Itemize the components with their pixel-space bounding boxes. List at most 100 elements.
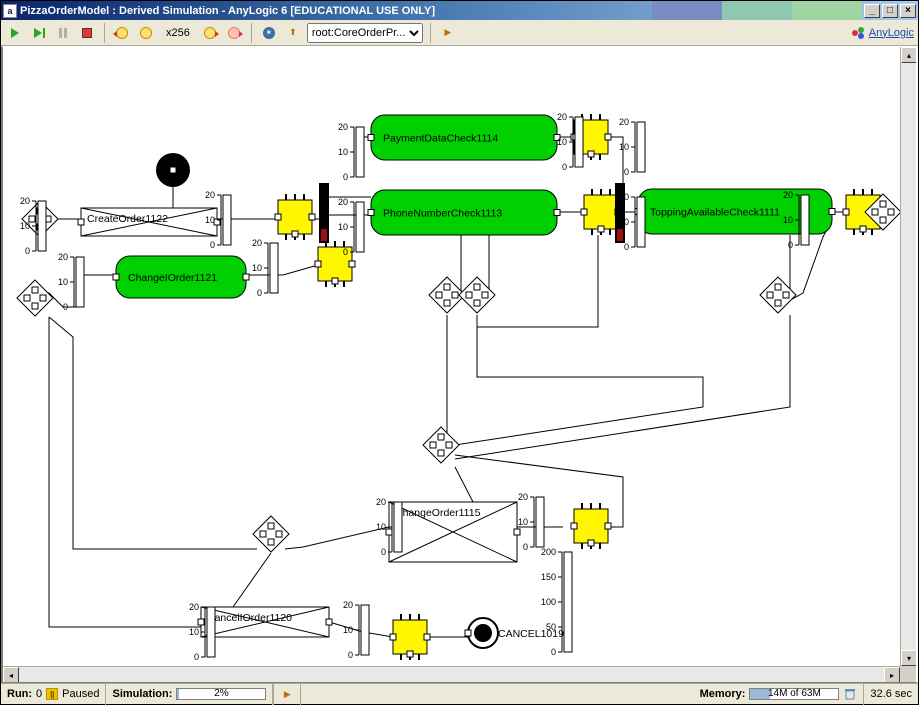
- svg-text:0: 0: [523, 542, 528, 552]
- svg-text:0: 0: [257, 288, 262, 298]
- scroll-down-button[interactable]: ▾: [901, 650, 917, 666]
- svg-text:20: 20: [338, 197, 348, 207]
- settings-button[interactable]: ✶: [259, 23, 279, 43]
- scroll-left-button[interactable]: ◂: [3, 667, 19, 683]
- maximize-button[interactable]: □: [882, 4, 898, 18]
- svg-text:0: 0: [562, 162, 567, 172]
- svg-text:20: 20: [338, 122, 348, 132]
- node-gate_left: [17, 280, 53, 316]
- sim-label: Simulation:: [112, 688, 172, 700]
- svg-text:0: 0: [343, 247, 348, 257]
- stop-button[interactable]: [77, 23, 97, 43]
- node-ChangeOrder1115: ChangeOrder1115: [389, 502, 517, 562]
- svg-text:0: 0: [551, 647, 556, 657]
- app-window: a PizzaOrderModel : Derived Simulation -…: [0, 0, 919, 705]
- simulation-cell: Simulation: 2%: [106, 684, 273, 705]
- sim-time: 32.6 sec: [870, 688, 912, 700]
- svg-text:10: 10: [20, 221, 30, 231]
- node-gate_mid2: [459, 277, 495, 313]
- svg-text:ChangeIOrder1121: ChangeIOrder1121: [128, 272, 217, 284]
- svg-text:150: 150: [541, 572, 556, 582]
- scroll-up-button[interactable]: ▴: [901, 47, 917, 63]
- svg-text:10: 10: [205, 215, 215, 225]
- svg-text:10: 10: [338, 147, 348, 157]
- sep-3: [430, 23, 431, 43]
- svg-text:10: 10: [252, 263, 262, 273]
- svg-text:10: 10: [338, 222, 348, 232]
- statusbar: Run: 0 || Paused Simulation: 2% ▶ Memory…: [1, 683, 918, 704]
- run-value: 0: [36, 688, 42, 700]
- svg-text:CreateOrder1122: CreateOrder1122: [87, 213, 168, 225]
- svg-text:10: 10: [189, 627, 199, 637]
- svg-text:0: 0: [194, 652, 199, 662]
- step-button[interactable]: [29, 23, 49, 43]
- sim-pct: 2%: [177, 688, 265, 699]
- svg-text:CancelIOrder1120: CancelIOrder1120: [207, 612, 292, 624]
- speed-display: x256: [160, 26, 196, 40]
- svg-text:10: 10: [518, 517, 528, 527]
- svg-text:20: 20: [376, 497, 386, 507]
- time-cell: 32.6 sec: [864, 684, 918, 705]
- scroll-right-button[interactable]: ▸: [884, 667, 900, 683]
- mem-text: 14M of 63M: [750, 688, 838, 699]
- title-band-2: [722, 1, 792, 20]
- svg-text:20: 20: [619, 192, 629, 202]
- slow-down-button[interactable]: [112, 23, 132, 43]
- nav-step-button[interactable]: ▶: [438, 23, 458, 43]
- svg-text:ChangeOrder1115: ChangeOrder1115: [395, 507, 481, 519]
- svg-text:50: 50: [546, 622, 556, 632]
- virtual-time-button[interactable]: [224, 23, 244, 43]
- svg-text:0: 0: [210, 240, 215, 250]
- run-button[interactable]: [5, 23, 25, 43]
- run-status-cell: Run: 0 || Paused: [1, 684, 106, 705]
- run-state: Paused: [62, 688, 99, 700]
- gc-button[interactable]: [843, 687, 857, 701]
- svg-text:0: 0: [25, 246, 30, 256]
- svg-text:10: 10: [619, 142, 629, 152]
- node-PhoneNumberCheck1113: PhoneNumberCheck1113: [371, 190, 557, 235]
- title-band-3: [792, 1, 862, 20]
- svg-text:20: 20: [20, 196, 30, 206]
- toolbar: x256 ✶ ⬆ root:CoreOrderPr... ▶ AnyLogic: [1, 20, 918, 46]
- mem-progressbar: 14M of 63M: [749, 688, 839, 700]
- svg-text:20: 20: [557, 112, 567, 122]
- svg-text:0: 0: [381, 547, 386, 557]
- svg-text:PaymentDataCheck1114: PaymentDataCheck1114: [383, 133, 498, 145]
- horizontal-scrollbar[interactable]: ◂ ▸: [3, 666, 900, 682]
- diagram-svg: CreateOrder1122 ChangeIOrder1121 PaymentDa…: [3, 47, 903, 683]
- svg-text:10: 10: [783, 215, 793, 225]
- svg-text:20: 20: [343, 600, 353, 610]
- svg-text:10: 10: [376, 522, 386, 532]
- nav-select[interactable]: root:CoreOrderPr...: [307, 23, 423, 43]
- pause-icon: ||: [46, 688, 58, 700]
- node-gate_r: [760, 277, 796, 313]
- svg-text:200: 200: [541, 547, 556, 557]
- node-ChangeIOrder1121: ChangeIOrder1121: [116, 256, 246, 298]
- svg-text:10: 10: [557, 137, 567, 147]
- svg-text:20: 20: [189, 602, 199, 612]
- pause-button[interactable]: [53, 23, 73, 43]
- svg-text:20: 20: [783, 190, 793, 200]
- close-button[interactable]: ×: [900, 4, 916, 18]
- svg-text:20: 20: [619, 117, 629, 127]
- svg-text:0: 0: [624, 167, 629, 177]
- svg-text:0: 0: [63, 302, 68, 312]
- minimize-button[interactable]: _: [864, 4, 880, 18]
- memory-cell: Memory: 14M of 63M: [694, 684, 865, 705]
- node-gate_big: [423, 427, 459, 463]
- sep-1: [104, 23, 105, 43]
- svg-text:20: 20: [205, 190, 215, 200]
- realtime-button[interactable]: [136, 23, 156, 43]
- anylogic-link[interactable]: AnyLogic: [869, 27, 914, 39]
- step-cell[interactable]: ▶: [273, 684, 301, 705]
- run-label: Run:: [7, 688, 32, 700]
- speed-up-button[interactable]: [200, 23, 220, 43]
- nav-up-button[interactable]: ⬆: [283, 23, 303, 43]
- vertical-scrollbar[interactable]: ▴ ▾: [900, 47, 916, 666]
- model-canvas[interactable]: CreateOrder1122 ChangeIOrder1121 PaymentDa…: [1, 46, 918, 683]
- mem-label: Memory:: [700, 688, 746, 700]
- svg-text:0: 0: [788, 240, 793, 250]
- svg-text:0: 0: [343, 172, 348, 182]
- titlebar[interactable]: a PizzaOrderModel : Derived Simulation -…: [1, 1, 918, 20]
- svg-text:20: 20: [252, 238, 262, 248]
